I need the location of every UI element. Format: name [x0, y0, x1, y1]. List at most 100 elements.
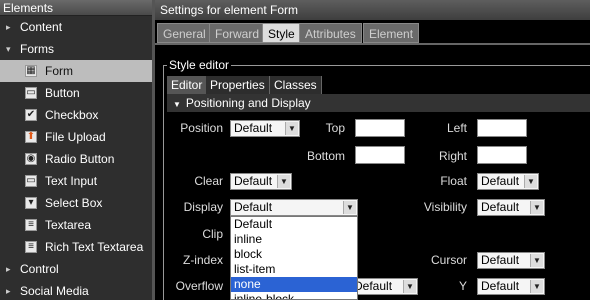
- tree-item-label: Form: [45, 64, 73, 78]
- tree-item-file-upload[interactable]: ⬆ File Upload: [0, 126, 152, 148]
- chevron-right-icon: ▸: [6, 286, 11, 296]
- tree-group-content[interactable]: ▸ Content: [0, 16, 152, 38]
- tree-item-radio-button[interactable]: ◉ Radio Button: [0, 148, 152, 170]
- select-box-icon: ▾: [25, 197, 37, 209]
- right-label: Right: [438, 149, 467, 163]
- bottom-label: Bottom: [306, 149, 345, 163]
- tree-item-label: File Upload: [45, 130, 106, 144]
- tree-item-label: Radio Button: [45, 152, 115, 166]
- tab-style[interactable]: Style: [262, 23, 301, 43]
- chevron-down-icon: ▼: [343, 201, 356, 214]
- dropdown-option[interactable]: list-item: [231, 262, 357, 277]
- display-select[interactable]: Default ▼: [230, 199, 358, 216]
- chevron-down-icon: ▼: [530, 201, 543, 214]
- dropdown-option-highlighted[interactable]: none: [231, 277, 357, 292]
- tree-group-social-media[interactable]: ▸ Social Media: [0, 280, 152, 300]
- clear-label: Clear: [194, 174, 223, 188]
- display-dropdown-list: Default inline block list-item none inli…: [230, 216, 358, 300]
- position-label: Position: [180, 121, 223, 135]
- settings-title: Settings for element Form: [155, 0, 590, 20]
- clip-label: Clip: [202, 227, 223, 241]
- overflow-value: Default: [354, 279, 393, 293]
- dropdown-option[interactable]: inline: [231, 232, 357, 247]
- dropdown-option[interactable]: block: [231, 247, 357, 262]
- tree-group-label: Forms: [20, 42, 54, 56]
- zindex-label: Z-index: [182, 253, 223, 267]
- tree-item-label: Checkbox: [45, 108, 99, 122]
- chevron-down-icon: ▾: [6, 44, 11, 54]
- chevron-down-icon: ▼: [530, 280, 543, 293]
- float-select[interactable]: Default ▼: [477, 173, 539, 190]
- tree-group-label: Control: [20, 262, 59, 276]
- overflow-label: Overflow: [175, 279, 223, 293]
- rich-text-textarea-icon: ≡: [25, 241, 37, 253]
- checkbox-icon: ✔: [25, 109, 37, 121]
- tab-editor[interactable]: Editor: [167, 76, 208, 94]
- elements-panel-title: Elements: [0, 0, 152, 16]
- tree-item-rich-text-textarea[interactable]: ≡ Rich Text Textarea: [0, 236, 152, 258]
- display-value: Default: [234, 200, 273, 214]
- tree-item-checkbox[interactable]: ✔ Checkbox: [0, 104, 152, 126]
- position-select[interactable]: Default ▼: [230, 120, 300, 137]
- tree-item-label: Rich Text Textarea: [45, 240, 144, 254]
- chevron-right-icon: ▸: [6, 22, 11, 32]
- dropdown-option[interactable]: inline-block: [231, 292, 357, 299]
- tab-forward[interactable]: Forward: [209, 23, 266, 43]
- visibility-value: Default: [481, 200, 520, 214]
- settings-tabs: General Forward Style Attributes Element: [155, 23, 590, 43]
- y-select[interactable]: Default ▼: [477, 278, 545, 295]
- elements-panel: Elements ▸ Content ▾ Forms ▦ Form ▭ Butt…: [0, 0, 152, 300]
- tree-item-text-input[interactable]: ▭ Text Input: [0, 170, 152, 192]
- cursor-label: Cursor: [430, 253, 467, 267]
- chevron-down-icon: ▼: [524, 175, 537, 188]
- tree-item-select-box[interactable]: ▾ Select Box: [0, 192, 152, 214]
- top-input[interactable]: [355, 119, 405, 137]
- y-label: Y: [458, 279, 467, 293]
- textarea-icon: ≡: [25, 219, 37, 231]
- tree-item-textarea[interactable]: ≡ Textarea: [0, 214, 152, 236]
- tab-classes[interactable]: Classes: [270, 76, 322, 94]
- position-value: Default: [234, 121, 273, 135]
- cursor-select[interactable]: Default ▼: [477, 252, 545, 269]
- y-value: Default: [481, 279, 520, 293]
- tree-item-label: Button: [45, 86, 80, 100]
- visibility-select[interactable]: Default ▼: [477, 199, 545, 216]
- button-icon: ▭: [25, 87, 37, 99]
- float-label: Float: [440, 174, 467, 188]
- cursor-value: Default: [481, 253, 520, 267]
- tab-element[interactable]: Element: [363, 23, 420, 43]
- tree-item-button[interactable]: ▭ Button: [0, 82, 152, 104]
- file-upload-icon: ⬆: [25, 131, 37, 143]
- chevron-down-icon: ▼: [277, 175, 290, 188]
- form-icon: ▦: [25, 65, 37, 77]
- tab-underline: [155, 43, 590, 45]
- text-input-icon: ▭: [25, 175, 37, 187]
- radio-button-icon: ◉: [25, 153, 37, 165]
- left-input[interactable]: [477, 119, 527, 137]
- right-input[interactable]: [477, 146, 527, 164]
- tab-attributes[interactable]: Attributes: [299, 23, 362, 43]
- dropdown-option[interactable]: Default: [231, 217, 357, 232]
- tree-group-forms[interactable]: ▾ Forms: [0, 38, 152, 60]
- float-value: Default: [481, 174, 520, 188]
- tree-item-form[interactable]: ▦ Form: [0, 60, 152, 82]
- section-title: Positioning and Display: [185, 96, 311, 110]
- top-label: Top: [325, 121, 345, 135]
- tree-item-label: Textarea: [45, 218, 92, 232]
- chevron-down-icon: ▼: [403, 280, 416, 293]
- clear-select[interactable]: Default ▼: [230, 173, 292, 190]
- tab-general[interactable]: General: [157, 23, 212, 43]
- chevron-right-icon: ▸: [6, 264, 11, 274]
- bottom-input[interactable]: [355, 146, 405, 164]
- chevron-down-icon: ▼: [173, 100, 181, 109]
- visibility-label: Visibility: [423, 200, 467, 214]
- settings-panel: Settings for element Form General Forwar…: [155, 0, 590, 300]
- tree-group-label: Content: [20, 20, 63, 34]
- overflow-select[interactable]: Default ▼: [350, 278, 418, 295]
- style-editor-legend: Style editor: [167, 58, 232, 72]
- tree-group-control[interactable]: ▸ Control: [0, 258, 152, 280]
- tab-properties[interactable]: Properties: [206, 76, 270, 94]
- display-label: Display: [183, 200, 223, 214]
- chevron-down-icon: ▼: [285, 122, 298, 135]
- section-positioning-display[interactable]: ▼ Positioning and Display: [167, 94, 590, 112]
